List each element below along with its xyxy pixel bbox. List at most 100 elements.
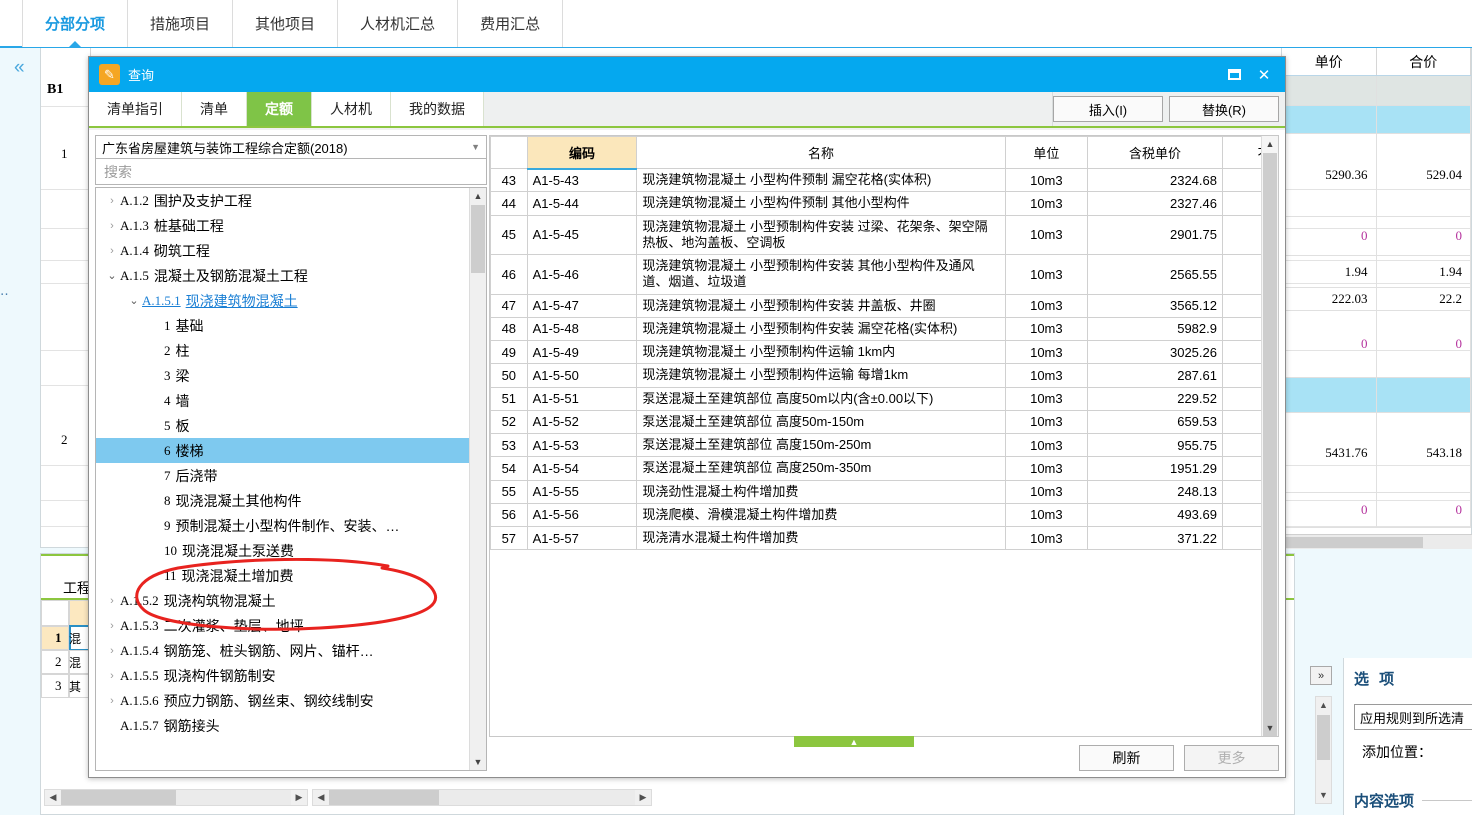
apply-rule-select[interactable]: 应用规则到所选清 [1354, 704, 1472, 730]
column-header-4[interactable]: 含税单价 [1087, 136, 1223, 169]
dialog-tab-4[interactable]: 人材机 [312, 92, 391, 126]
chevron-right-icon[interactable]: › [104, 645, 120, 657]
tree-node[interactable]: 11 现浇混凝土增加费 [96, 563, 469, 588]
tree-node[interactable]: › A.1.5.6 预应力钢筋、钢丝束、钢绞线制安 [96, 688, 469, 713]
dialog-tab-5[interactable]: 我的数据 [391, 92, 484, 126]
table-vscrollbar[interactable]: ▲ ▼ [1261, 136, 1278, 736]
scroll-left-icon[interactable]: ◀ [313, 790, 329, 805]
tree-node[interactable]: 10 现浇混凝土泵送费 [96, 538, 469, 563]
scroll-up-icon[interactable]: ▲ [1262, 136, 1278, 152]
tree-node[interactable]: 8 现浇混凝土其他构件 [96, 488, 469, 513]
table-row[interactable]: 50 A1-5-50 现浇建筑物混凝土 小型预制构件运输 每增1km 10m3 287.… [490, 363, 1278, 388]
tree-node[interactable]: › A.1.4 砌筑工程 [96, 238, 469, 263]
chevron-right-icon[interactable]: › [104, 245, 120, 257]
collapse-panel-icon[interactable]: « [14, 58, 24, 77]
right-hscrollbar[interactable]: ◀ ▶ [312, 789, 652, 806]
scroll-down-icon[interactable]: ▼ [470, 754, 486, 770]
scroll-up-icon[interactable]: ▲ [470, 188, 486, 204]
table-row[interactable]: 47 A1-5-47 现浇建筑物混凝土 小型预制构件安装 井盖板、井圈 10m3 356… [490, 293, 1278, 318]
table-row[interactable]: 5290.36 529.04 [1282, 134, 1471, 217]
column-header-0[interactable] [490, 136, 528, 169]
left-hscrollbar[interactable]: ◀ ▶ [44, 789, 308, 806]
background-grid-hscrollbar[interactable] [1282, 534, 1472, 549]
table-row[interactable]: 53 A1-5-53 泵送混凝土至建筑部位 高度150m-250m 10m3 955.7… [490, 432, 1278, 458]
main-tab-1[interactable]: 分部分项 [22, 0, 129, 47]
table-row[interactable]: 51 A1-5-51 泵送混凝土至建筑部位 高度50m以内(含±0.00以下) 10m… [490, 386, 1278, 411]
chevron-right-icon[interactable]: › [104, 195, 120, 207]
column-header-1[interactable]: 编码 [526, 136, 638, 170]
main-tab-3[interactable]: 其他项目 [233, 0, 339, 47]
tree-vscrollbar[interactable]: ▲ ▼ [469, 188, 486, 770]
tree-node[interactable]: 3梁 [96, 363, 469, 388]
minimize-button[interactable] [1219, 62, 1249, 88]
chevron-down-icon[interactable]: ⌄ [126, 294, 142, 307]
table-row[interactable] [1282, 106, 1471, 134]
tree-node[interactable]: A.1.5.7 钢筋接头 [96, 713, 469, 738]
chevron-right-icon[interactable]: › [104, 220, 120, 232]
main-tab-2[interactable]: 措施项目 [128, 0, 234, 47]
table-row[interactable]: 57A1-5-57现浇清水混凝土构件增加费10m3371.22370.54 [490, 525, 1278, 551]
tree-node[interactable]: 6 楼梯 [96, 438, 469, 463]
replace-button[interactable]: 替换(R) [1169, 96, 1279, 122]
tree-node[interactable]: › A.1.5.2 现浇构筑物混凝土 [96, 588, 469, 613]
scroll-right-icon[interactable]: ▶ [635, 790, 651, 805]
tree-node[interactable]: 9 预制混凝土小型构件制作、安装、… [96, 513, 469, 538]
dialog-tab-2[interactable]: 清单 [182, 92, 247, 126]
more-button[interactable]: 更多 [1184, 745, 1279, 771]
tree-node-code: A.1.5.2 [120, 592, 159, 608]
table-row[interactable]: 1.94 1.94 [1282, 256, 1471, 288]
table-row[interactable] [1282, 378, 1471, 413]
tree-node[interactable]: 4墙 [96, 388, 469, 413]
tree-node[interactable]: › A.1.3 桩基础工程 [96, 213, 469, 238]
table-row[interactable]: 00 [1282, 311, 1471, 378]
table-row[interactable]: 00 [1282, 217, 1471, 256]
table-row[interactable]: 49 A1-5-49 现浇建筑物混凝土 小型预制构件运输 1km内 10m3 3025.… [490, 339, 1278, 365]
chevron-right-icon[interactable]: › [104, 670, 120, 682]
tree-node[interactable]: › A.1.5.5 现浇构件钢筋制安 [96, 663, 469, 688]
tree-node[interactable]: ⌄ A.1.5.1 现浇建筑物混凝土 [96, 288, 469, 313]
scroll-left-icon[interactable]: ◀ [45, 790, 61, 805]
tree-node[interactable]: ⌄ A.1.5 混凝土及钢筋混凝土工程 [96, 263, 469, 288]
table-row[interactable]: 52 A1-5-52 泵送混凝土至建筑部位 高度50m-150m 10m3 659.53… [490, 409, 1278, 435]
table-row[interactable] [1282, 76, 1471, 106]
chevron-right-icon[interactable]: › [104, 595, 120, 607]
chevron-down-icon[interactable]: ⌄ [104, 269, 120, 282]
tree-node[interactable]: › A.1.2 围护及支护工程 [96, 188, 469, 213]
scroll-up-icon[interactable]: ▲ [1316, 697, 1331, 713]
table-row[interactable]: 56A1-5-56现浇爬模、滑模混凝土构件增加费10m3493.69492.21 [490, 502, 1278, 528]
scroll-down-icon[interactable]: ▼ [1316, 787, 1331, 803]
subgrid-vscrollbar[interactable]: ▲ ▼ [1315, 696, 1332, 804]
chevron-right-icon[interactable]: › [104, 695, 120, 707]
search-input[interactable]: 搜索 [95, 159, 487, 185]
dialog-tab-1[interactable]: 清单指引 [89, 92, 182, 126]
tree-node[interactable]: 1 基础 [96, 313, 469, 338]
tree-node[interactable]: › A.1.5.3 二次灌浆、垫层、地坪 [96, 613, 469, 638]
expand-options-panel-icon[interactable]: » [1310, 666, 1332, 685]
quota-library-select[interactable]: 广东省房屋建筑与装饰工程综合定额(2018) ▼ [95, 135, 487, 159]
table-row[interactable]: 46 A1-5-46 现浇建筑物混凝土 小型预制构件安装 其他小型构件及通风道、烟道… [490, 254, 1278, 295]
column-header-3[interactable]: 单位 [1004, 136, 1089, 169]
close-button[interactable]: ✕ [1249, 62, 1279, 88]
table-row[interactable]: 43 A1-5-43 现浇建筑物混凝土 小型构件预制 漏空花格(实体积) 10m3 23… [490, 167, 1278, 193]
tree-node[interactable]: › A.1.5.4 钢筋笼、桩头钢筋、网片、锚杆… [96, 638, 469, 663]
table-row[interactable]: 44 A1-5-44 现浇建筑物混凝土 小型构件预制 其他小型构件 10m3 2327.… [490, 191, 1278, 216]
refresh-button[interactable]: 刷新 [1079, 745, 1174, 771]
chevron-right-icon[interactable]: › [104, 620, 120, 632]
table-row[interactable]: 222.03 22.2 [1282, 288, 1471, 311]
table-row[interactable]: 48 A1-5-48 现浇建筑物混凝土 小型预制构件安装 漏空花格(实体积) 10m3… [490, 316, 1278, 342]
main-tab-4[interactable]: 人材机汇总 [338, 0, 459, 47]
column-header-2[interactable]: 名称 [636, 136, 1006, 169]
main-tab-5[interactable]: 费用汇总 [458, 0, 564, 47]
scroll-down-icon[interactable]: ▼ [1262, 720, 1278, 736]
scroll-right-icon[interactable]: ▶ [291, 790, 307, 805]
table-row[interactable]: 54 A1-5-54 泵送混凝土至建筑部位 高度250m-350m 10m3 1951.… [490, 456, 1278, 481]
tree-node[interactable]: 2柱 [96, 338, 469, 363]
dialog-tab-3[interactable]: 定额 [247, 92, 312, 126]
insert-button[interactable]: 插入(I) [1053, 96, 1163, 122]
table-row[interactable]: 55A1-5-55现浇劲性混凝土构件增加费10m3248.13247.67 [490, 479, 1278, 504]
table-row[interactable]: 5431.76 543.18 [1282, 413, 1471, 493]
table-row[interactable]: 00 [1282, 493, 1471, 528]
tree-node[interactable]: 5板 [96, 413, 469, 438]
tree-node[interactable]: 7 后浇带 [96, 463, 469, 488]
table-row[interactable]: 45 A1-5-45 现浇建筑物混凝土 小型预制构件安装 过梁、花架条、架空隔热板、… [490, 214, 1278, 255]
